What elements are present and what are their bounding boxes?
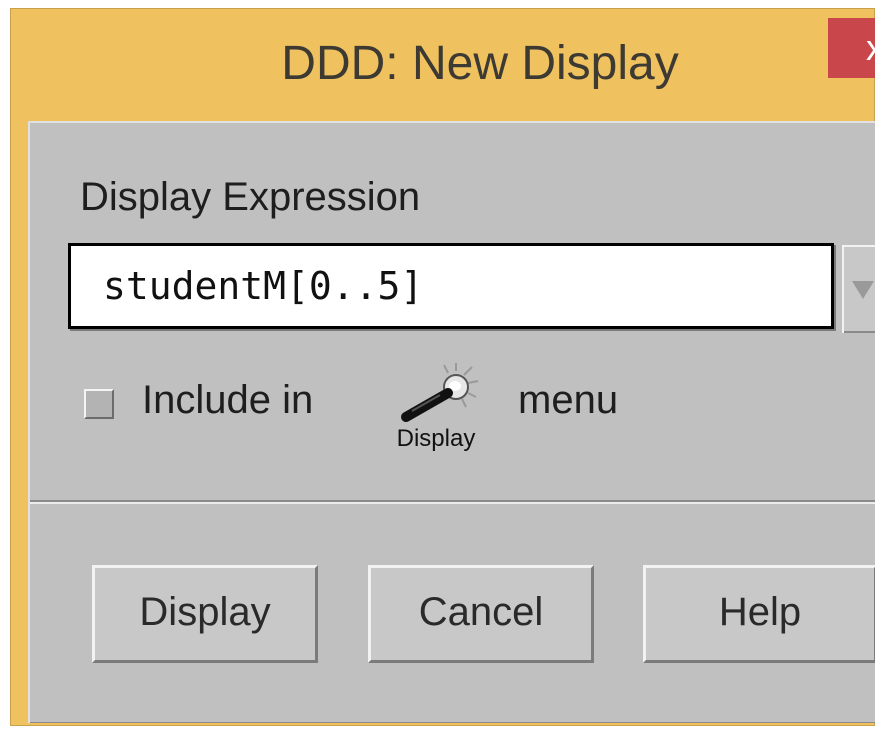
- dialog-window: DDD: New Display x Display Expression In…: [10, 8, 875, 726]
- help-button[interactable]: Help: [643, 565, 875, 663]
- include-in-label: Include in: [142, 378, 314, 422]
- window-title: DDD: New Display: [281, 37, 679, 90]
- title-bar[interactable]: DDD: New Display: [10, 8, 875, 116]
- close-icon: x: [866, 27, 875, 68]
- display-tool-icon: Display: [380, 361, 500, 457]
- display-expression-input[interactable]: [68, 243, 834, 329]
- display-expression-label: Display Expression: [80, 175, 421, 219]
- expression-history-dropdown[interactable]: [842, 245, 875, 333]
- dialog-body: Display Expression Include in: [28, 121, 875, 723]
- display-button[interactable]: Display: [92, 565, 318, 663]
- menu-label: menu: [518, 378, 619, 422]
- display-icon-caption: Display: [396, 425, 476, 452]
- chevron-down-icon: [852, 281, 874, 299]
- cancel-button[interactable]: Cancel: [368, 565, 594, 663]
- close-button[interactable]: x: [828, 18, 875, 78]
- separator: [30, 500, 875, 504]
- include-in-menu-checkbox[interactable]: [84, 389, 114, 419]
